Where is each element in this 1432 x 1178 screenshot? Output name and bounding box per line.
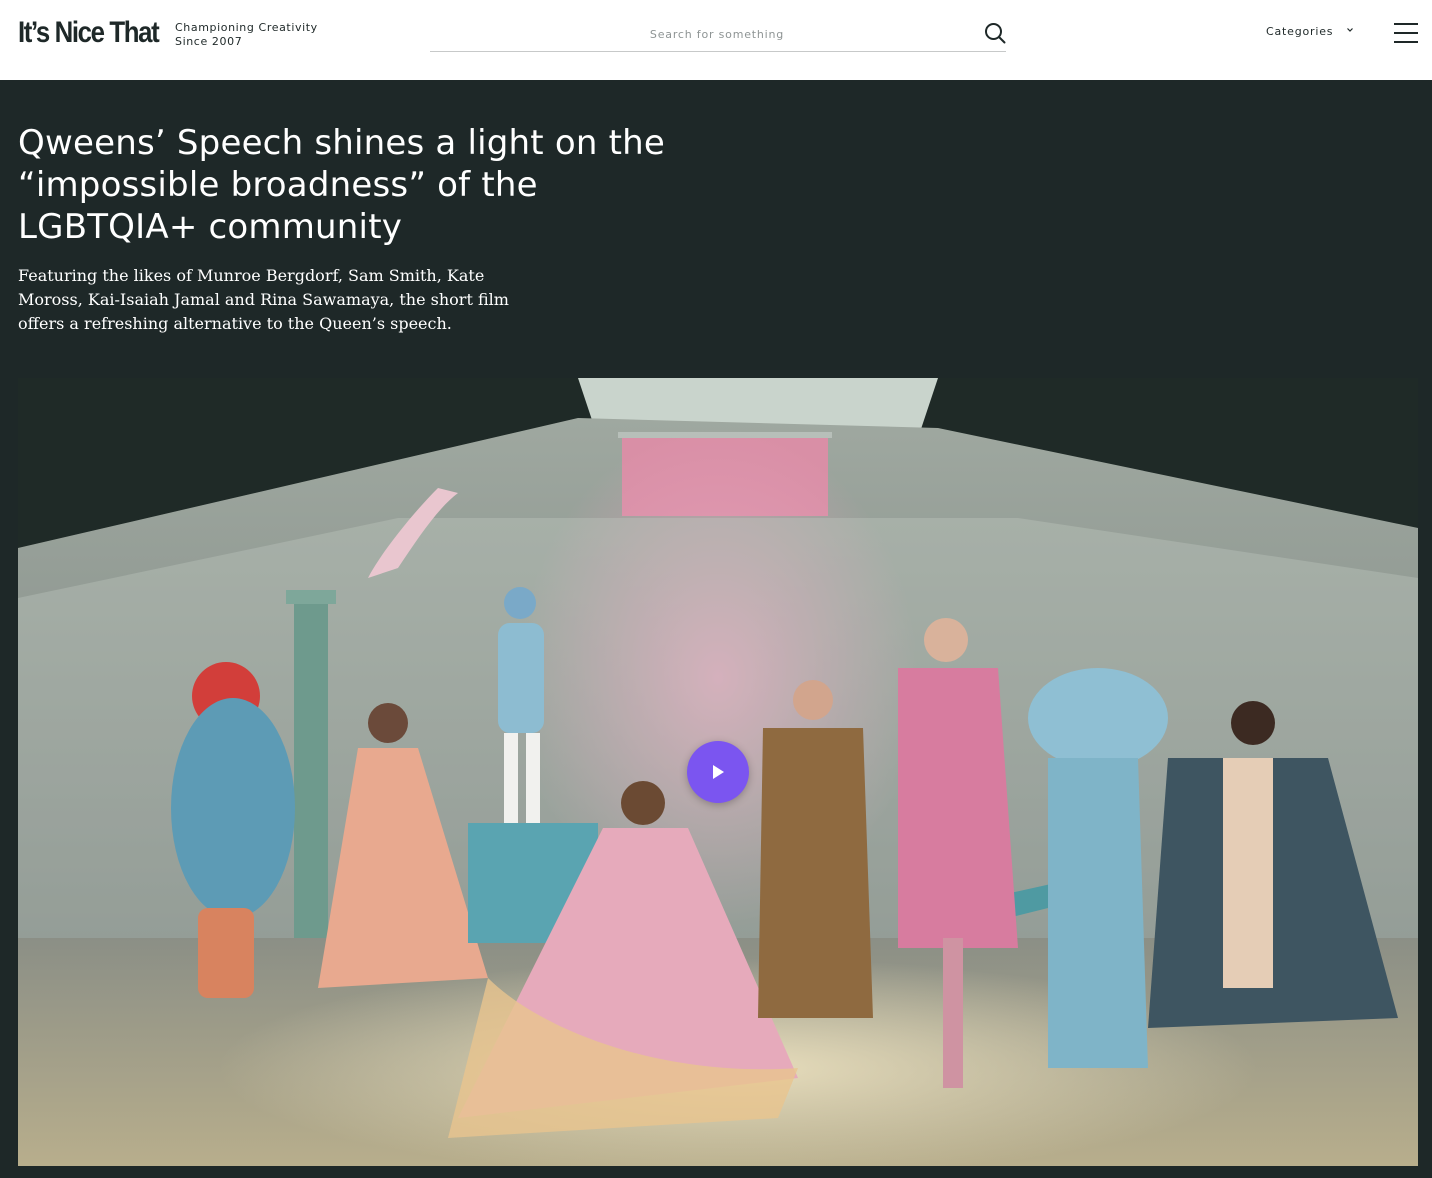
site-tagline: Championing Creativity Since 2007 — [175, 21, 318, 49]
site-logo[interactable]: It’s Nice That — [18, 16, 160, 50]
play-icon — [713, 765, 724, 779]
site-header: It’s Nice That Championing Creativity Si… — [0, 0, 1432, 80]
tagline-line-2: Since 2007 — [175, 35, 243, 48]
search-icon[interactable] — [984, 22, 1006, 44]
categories-dropdown[interactable]: Categories — [1266, 25, 1354, 39]
search-bar — [430, 18, 1006, 52]
chevron-down-icon — [1346, 28, 1353, 32]
article-headline: Qweens’ Speech shines a light on the “im… — [18, 123, 665, 247]
play-button[interactable] — [687, 741, 749, 803]
search-input[interactable] — [430, 18, 970, 51]
video-player[interactable] — [18, 378, 1418, 1166]
categories-label: Categories — [1266, 25, 1334, 38]
hamburger-menu-icon[interactable] — [1394, 23, 1418, 43]
article-standfirst: Featuring the likes of Munroe Bergdorf, … — [18, 266, 509, 333]
tagline-line-1: Championing Creativity — [175, 21, 318, 34]
